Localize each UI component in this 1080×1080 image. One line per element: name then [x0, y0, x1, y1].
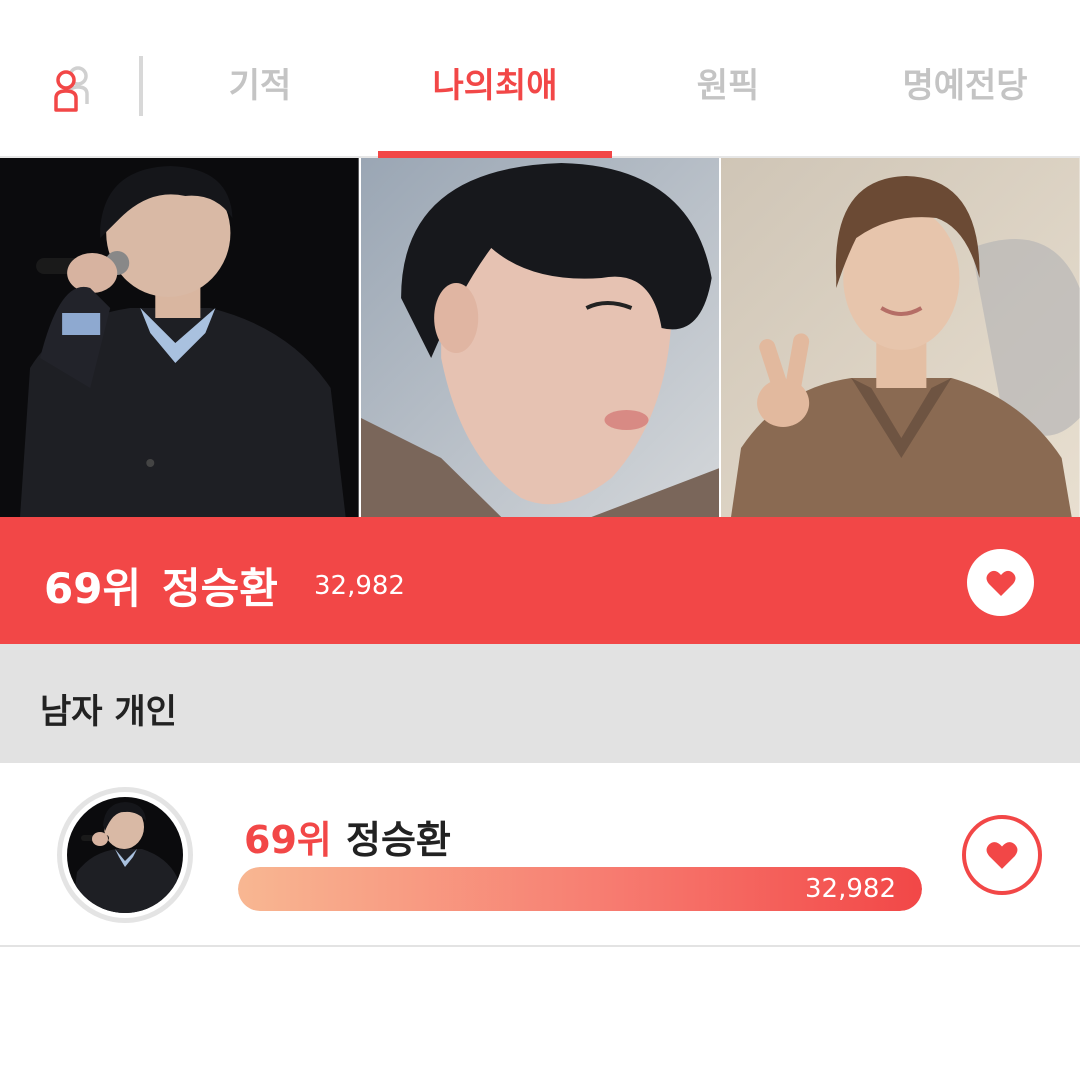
tab-one-pick[interactable]: 원픽 [628, 60, 828, 112]
category-label: 남자 개인 [40, 692, 177, 732]
tab-divider [139, 56, 143, 116]
active-tab-indicator [378, 151, 612, 158]
ranking-list-item[interactable]: 69위 정승환 32,982 [0, 763, 1080, 947]
artist-avatar[interactable] [57, 787, 193, 923]
row-vote-button[interactable] [962, 815, 1042, 895]
artist-photo-selfie[interactable] [721, 158, 1080, 517]
artist-photo-strip [0, 158, 1080, 517]
tab-hall-of-fame[interactable]: 명예전당 [860, 60, 1070, 112]
banner-artist-name: 정승환 [162, 564, 278, 613]
tab-miracle[interactable]: 기적 [170, 60, 350, 112]
artist-photo-stage[interactable] [0, 158, 359, 517]
artist-photo-portrait[interactable] [360, 158, 720, 517]
banner-rank: 69위 [44, 564, 142, 613]
banner-vote-count: 32,982 [314, 571, 405, 601]
top-tab-bar: 기적 나의최애 원픽 명예전당 [0, 0, 1080, 158]
row-rank: 69위 [244, 818, 332, 862]
row-vote-count: 32,982 [805, 874, 896, 904]
row-artist-name: 정승환 [346, 818, 451, 862]
heart-icon [986, 570, 1015, 596]
user-icon [54, 66, 89, 112]
favorite-rank-banner: 69위 정승환 32,982 [0, 517, 1080, 644]
tab-my-favorite[interactable]: 나의최애 [378, 60, 612, 112]
heart-icon [986, 842, 1018, 869]
vote-progress-bar: 32,982 [238, 867, 922, 911]
banner-vote-button[interactable] [967, 549, 1034, 616]
my-profile-button[interactable] [44, 62, 100, 118]
category-header: 남자 개인 [0, 644, 1080, 763]
